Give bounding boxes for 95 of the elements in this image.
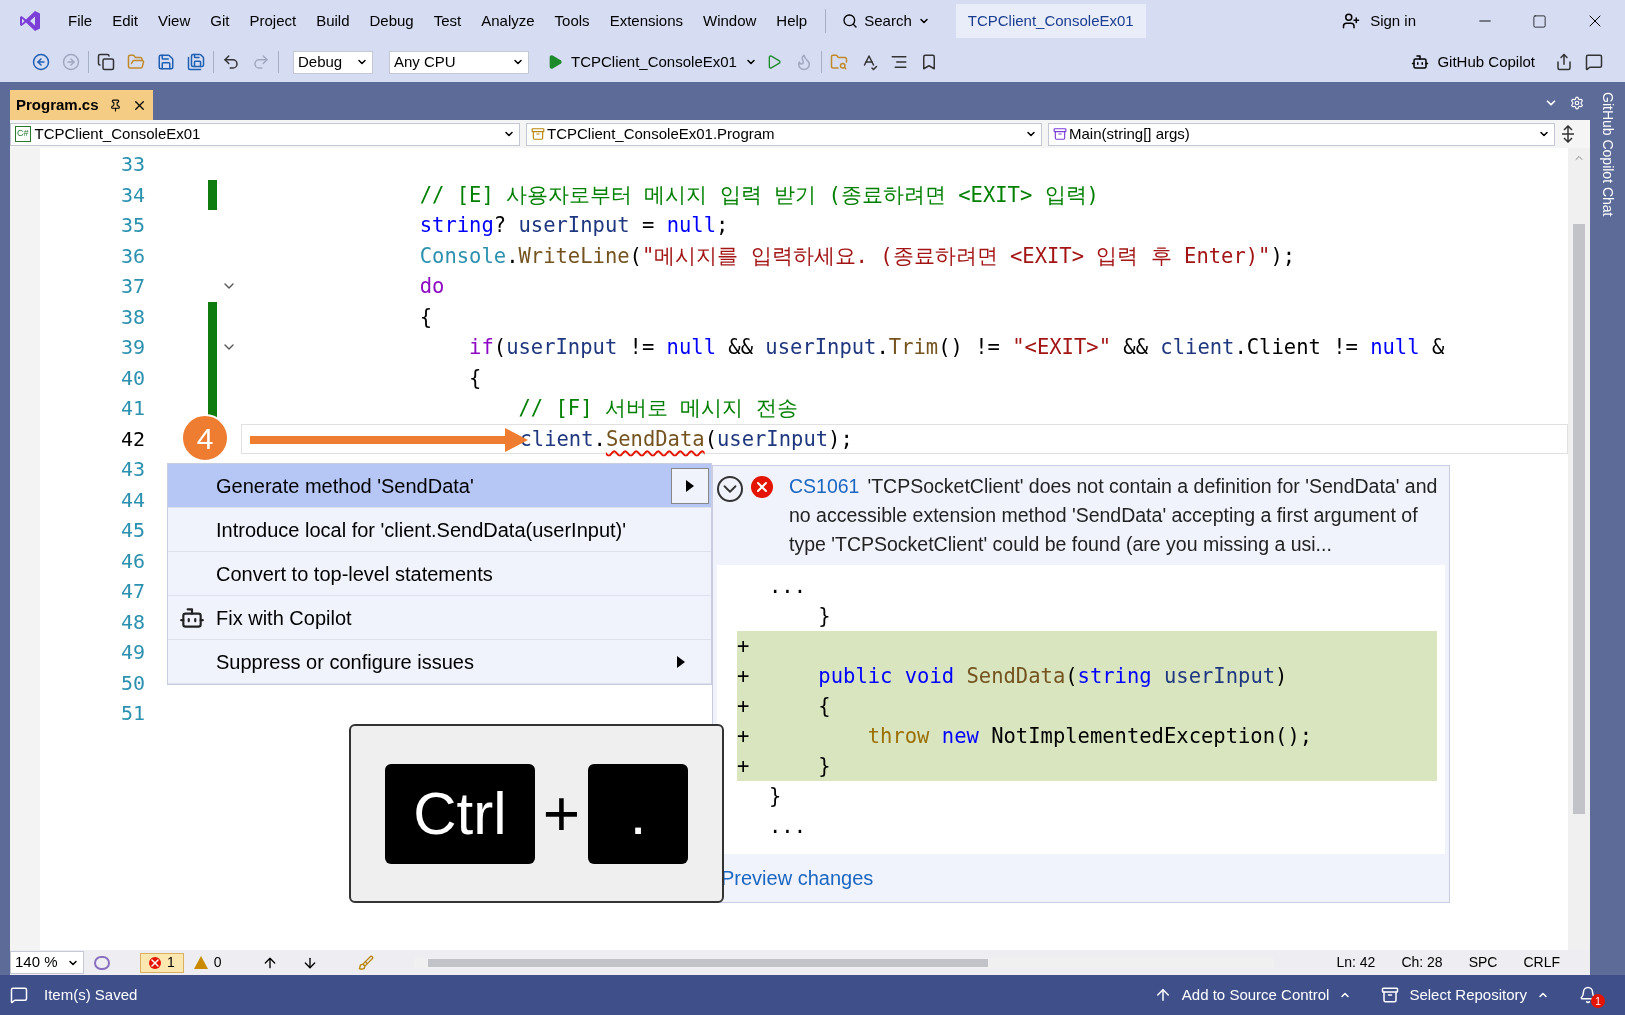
split-icon[interactable] <box>1561 125 1575 143</box>
solution-title: TCPClient_ConsoleEx01 <box>955 3 1146 39</box>
error-icon <box>149 956 161 969</box>
line-number: 51 <box>119 700 145 728</box>
side-panel-tab[interactable]: GitHub Copilot Chat <box>1597 92 1618 975</box>
line-number: 42 <box>119 425 145 453</box>
code-line: { <box>419 306 433 327</box>
project-dropdown[interactable]: C# TCPClient_ConsoleEx01 <box>10 122 520 146</box>
code-line: Console.WriteLine("메시지를 입력하세요. (종료하려면 <EXIT> 입력 후 Enter)"); <box>419 245 1296 266</box>
plus-sign: + <box>542 781 581 846</box>
code-line: // [E] 사용자로부터 메시지 입력 받기 (종료하려면 <EXIT> 입력) <box>419 184 1099 205</box>
keyboard-key: . <box>588 763 689 864</box>
line-number: 40 <box>119 364 145 392</box>
sign-in-button[interactable]: Sign in <box>1342 9 1416 33</box>
line-number: 43 <box>119 456 145 484</box>
menu-item[interactable]: Help <box>766 9 818 33</box>
zoom-dropdown[interactable]: 140 % <box>10 951 84 974</box>
class-dropdown[interactable]: TCPClient_ConsoleEx01.Program <box>526 122 1042 146</box>
line-number: 34 <box>119 181 145 209</box>
code-line: client.SendData(userInput); <box>519 428 853 449</box>
menu-item[interactable]: Project <box>239 9 307 33</box>
error-count[interactable]: 1 <box>140 952 184 973</box>
error-icon <box>751 476 773 498</box>
quick-action-item[interactable]: Convert to top-level statements <box>168 552 711 596</box>
copilot-button[interactable]: GitHub Copilot <box>1411 50 1535 74</box>
menu-item[interactable]: Window <box>693 9 767 33</box>
logo-icon <box>18 9 42 33</box>
pin-icon[interactable] <box>108 98 122 112</box>
project-badge: C# <box>15 126 31 142</box>
code-line: string? userInput = null; <box>419 215 729 236</box>
platform-dropdown[interactable]: Any CPU <box>389 50 529 74</box>
line-number: 35 <box>119 212 145 240</box>
menu-item[interactable]: Tools <box>544 9 600 33</box>
code-line: // [F] 서버로 메시지 전송 <box>518 398 798 419</box>
maximize-icon[interactable] <box>1532 13 1547 29</box>
error-count-value: 1 <box>167 953 175 972</box>
line-indicator: Ln: 42 <box>1336 953 1376 972</box>
menu-item[interactable]: Git <box>200 9 240 33</box>
line-number: 44 <box>119 486 145 514</box>
error-message: CS1061 'TCPSocketClient' does not contain a definition for 'SendData' and no accessible extension method 'SendData' accepting a first argument of type 'TCPSocketClient' could be found (are you missing a usi... <box>789 474 1439 557</box>
warning-icon <box>193 956 208 969</box>
keyboard-key: Ctrl <box>384 763 535 864</box>
notifications-icon[interactable] <box>1579 986 1597 1004</box>
expand-icon[interactable] <box>717 476 743 502</box>
status-message: Item(s) Saved <box>44 984 138 1005</box>
line-number: 49 <box>119 639 145 667</box>
search-icon <box>842 13 859 29</box>
line-ending-indicator: CRLF <box>1523 953 1560 972</box>
indent-indicator: SPC <box>1468 953 1498 972</box>
line-number: 47 <box>119 578 145 606</box>
line-number: 38 <box>119 303 145 331</box>
code-line: { <box>469 367 482 388</box>
code-cleanup-icon[interactable] <box>357 954 374 971</box>
preview-changes-link[interactable]: Preview changes <box>721 863 874 893</box>
menu-item[interactable]: File <box>58 9 103 33</box>
line-number: 36 <box>119 242 145 270</box>
search-button[interactable]: Search <box>834 9 938 33</box>
source-control-button[interactable]: Add to Source Control <box>1181 983 1330 1007</box>
quick-action-item[interactable]: Fix with Copilot <box>168 596 711 640</box>
line-number: 45 <box>119 517 145 545</box>
menu-item[interactable]: Analyze <box>471 9 545 33</box>
member-dropdown[interactable]: Main(string[] args) <box>1048 122 1555 146</box>
menu-item[interactable]: Extensions <box>599 9 693 33</box>
copilot-icon <box>1411 53 1430 71</box>
document-tab[interactable]: Program.cs <box>10 90 153 120</box>
menu-item[interactable]: Debug <box>359 9 424 33</box>
code-line: do <box>419 276 445 297</box>
configuration-dropdown[interactable]: Debug <box>293 50 373 74</box>
settings-icon[interactable] <box>1570 96 1584 110</box>
vertical-scrollbar[interactable] <box>1568 148 1590 950</box>
line-number: 37 <box>119 273 145 301</box>
user-plus-icon <box>1342 12 1361 30</box>
code-line: if(userInput != null && userInput.Trim() != "<EXIT>" && client.Client != null & <box>469 337 1445 358</box>
step-badge: 4 <box>181 414 229 462</box>
line-number: 46 <box>119 547 145 575</box>
quick-action-item[interactable]: Generate method 'SendData' <box>168 464 711 508</box>
quick-action-item[interactable]: Suppress or configure issues <box>168 640 711 684</box>
error-code-link[interactable]: CS1061 <box>789 475 860 497</box>
line-number: 39 <box>119 334 145 362</box>
play-icon <box>547 54 563 70</box>
notification-count: 1 <box>1591 994 1605 1008</box>
line-number: 48 <box>119 608 145 636</box>
quick-action-item[interactable]: Introduce local for 'client.SendData(userInput)' <box>168 508 711 552</box>
menu-item[interactable]: Build <box>306 9 360 33</box>
menu-item[interactable]: Edit <box>102 9 149 33</box>
warning-count[interactable]: 0 <box>213 952 222 973</box>
column-indicator: Ch: 28 <box>1401 953 1443 972</box>
repository-button[interactable]: Select Repository <box>1409 983 1527 1007</box>
line-number: 50 <box>119 669 145 697</box>
line-number: 33 <box>119 151 145 179</box>
line-number: 41 <box>119 395 145 423</box>
menu-item[interactable]: Test <box>423 9 472 33</box>
menu-item[interactable]: View <box>148 9 201 33</box>
output-icon[interactable] <box>10 986 28 1004</box>
start-button[interactable]: TCPClient_ConsoleEx01 <box>547 50 757 74</box>
